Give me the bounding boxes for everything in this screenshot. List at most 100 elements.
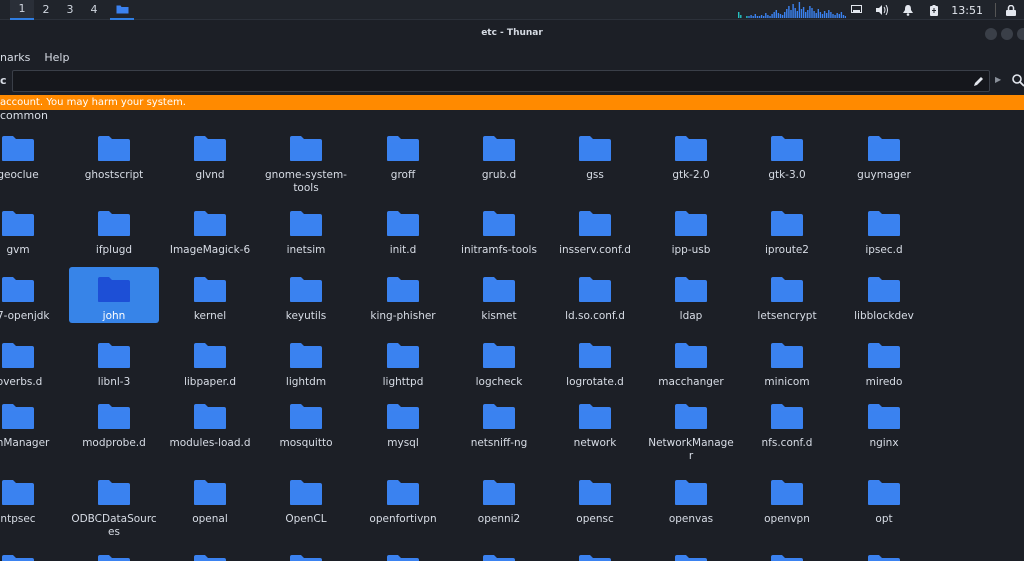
close-button[interactable] (1017, 28, 1024, 40)
folder-item[interactable]: kernel (165, 267, 255, 323)
pencil-icon[interactable] (972, 74, 986, 88)
folder-item[interactable]: geoclue (0, 126, 63, 182)
folder-item[interactable]: keyutils (261, 267, 351, 323)
folder-item[interactable]: inetsim (261, 201, 351, 257)
folder-item[interactable]: NetworkManager (646, 394, 736, 463)
folder-icon (675, 136, 707, 161)
folder-label: geoclue (0, 169, 39, 181)
folder-item[interactable] (261, 545, 351, 561)
folder-item[interactable]: ipsec.d (839, 201, 929, 257)
folder-icon (483, 211, 515, 236)
window-titlebar[interactable]: etc - Thunar (0, 21, 1024, 47)
folder-item[interactable] (165, 545, 255, 561)
display-icon[interactable] (843, 0, 869, 20)
folder-item[interactable]: OpenCL (261, 470, 351, 526)
folder-icon (771, 343, 803, 368)
folder-item[interactable]: kismet (454, 267, 544, 323)
folder-item[interactable]: ibverbs.d (0, 333, 63, 389)
folder-item[interactable] (0, 545, 63, 561)
folder-item[interactable]: libpaper.d (165, 333, 255, 389)
folder-item[interactable]: nginx (839, 394, 929, 450)
folder-item[interactable]: modules-load.d (165, 394, 255, 450)
volume-icon[interactable] (869, 0, 895, 20)
cpu-bar (777, 13, 780, 18)
workspace-button[interactable]: 4 (82, 0, 106, 20)
workspace-button[interactable]: 1 (10, 0, 34, 20)
folder-item[interactable]: init.d (358, 201, 448, 257)
folder-item[interactable]: openvas (646, 470, 736, 526)
minimize-button[interactable] (985, 28, 997, 40)
folder-item[interactable]: openfortivpn (358, 470, 448, 526)
folder-item[interactable] (454, 545, 544, 561)
folder-item[interactable]: ghostscript (69, 126, 159, 182)
folder-item[interactable]: guymager (839, 126, 929, 182)
folder-item[interactable]: gnome-system-tools (261, 126, 351, 195)
folder-item[interactable]: iproute2 (742, 201, 832, 257)
workspace-button[interactable]: 3 (58, 0, 82, 20)
folder-item[interactable]: modprobe.d (69, 394, 159, 450)
folder-item[interactable]: nfs.conf.d (742, 394, 832, 450)
folder-item[interactable]: ifplugd (69, 201, 159, 257)
folder-item[interactable]: minicom (742, 333, 832, 389)
folder-item[interactable]: opensc (550, 470, 640, 526)
folder-item[interactable]: gvm (0, 201, 63, 257)
folder-item[interactable]: openni2 (454, 470, 544, 526)
folder-item[interactable]: emManager (0, 394, 63, 450)
folder-icon (194, 343, 226, 368)
search-icon[interactable] (1011, 73, 1024, 87)
folder-item[interactable]: -17-openjdk (0, 267, 63, 323)
menu-bookmarks[interactable]: narks (0, 51, 38, 64)
file-manager-task-button[interactable] (110, 0, 134, 20)
folder-item[interactable]: ntpsec (0, 470, 63, 526)
folder-item[interactable] (358, 545, 448, 561)
menu-help[interactable]: Help (38, 51, 77, 64)
folder-item[interactable]: macchanger (646, 333, 736, 389)
folder-item[interactable]: ipp-usb (646, 201, 736, 257)
folder-item[interactable]: grub.d (454, 126, 544, 182)
cpu-bar (794, 8, 796, 18)
folder-item[interactable]: gtk-2.0 (646, 126, 736, 182)
workspace-button[interactable]: 2 (34, 0, 58, 20)
folder-item[interactable]: opt (839, 470, 929, 526)
folder-item[interactable]: john (69, 267, 159, 323)
folder-item[interactable]: ld.so.conf.d (550, 267, 640, 323)
maximize-button[interactable] (1001, 28, 1013, 40)
folder-item[interactable]: initramfs-tools (454, 201, 544, 257)
location-input[interactable] (12, 70, 990, 92)
folder-item[interactable]: logcheck (454, 333, 544, 389)
folder-item[interactable]: ldap (646, 267, 736, 323)
folder-item[interactable]: miredo (839, 333, 929, 389)
folder-item[interactable] (646, 545, 736, 561)
battery-icon[interactable] (921, 0, 947, 20)
folder-item[interactable]: openvpn (742, 470, 832, 526)
folder-item[interactable]: letsencrypt (742, 267, 832, 323)
folder-item[interactable]: groff (358, 126, 448, 182)
folder-item[interactable]: lighttpd (358, 333, 448, 389)
folder-item[interactable]: glvnd (165, 126, 255, 182)
folder-item[interactable] (550, 545, 640, 561)
bell-icon[interactable] (895, 0, 921, 20)
folder-item[interactable]: king-phisher (358, 267, 448, 323)
clock[interactable]: 13:51 (947, 4, 993, 17)
folder-item[interactable]: gss (550, 126, 640, 182)
folder-item[interactable]: mosquitto (261, 394, 351, 450)
folder-item[interactable]: ImageMagick-6 (165, 201, 255, 257)
folder-item[interactable]: logrotate.d (550, 333, 640, 389)
folder-item[interactable]: libblockdev (839, 267, 929, 323)
folder-icon (771, 211, 803, 236)
folder-item[interactable]: insserv.conf.d (550, 201, 640, 257)
folder-item[interactable]: openal (165, 470, 255, 526)
folder-item[interactable] (69, 545, 159, 561)
folder-item[interactable]: gtk-3.0 (742, 126, 832, 182)
folder-item[interactable]: network (550, 394, 640, 450)
folder-item[interactable] (839, 545, 929, 561)
folder-item[interactable] (742, 545, 832, 561)
folder-item[interactable]: lightdm (261, 333, 351, 389)
lock-icon[interactable] (998, 0, 1024, 20)
folder-item[interactable]: mysql (358, 394, 448, 450)
folder-label: groff (390, 169, 416, 181)
folder-item[interactable]: ODBCDataSources (69, 470, 159, 539)
folder-item[interactable]: netsniff-ng (454, 394, 544, 450)
folder-item[interactable]: libnl-3 (69, 333, 159, 389)
chevron-right-icon[interactable]: ▶ (995, 75, 1001, 84)
